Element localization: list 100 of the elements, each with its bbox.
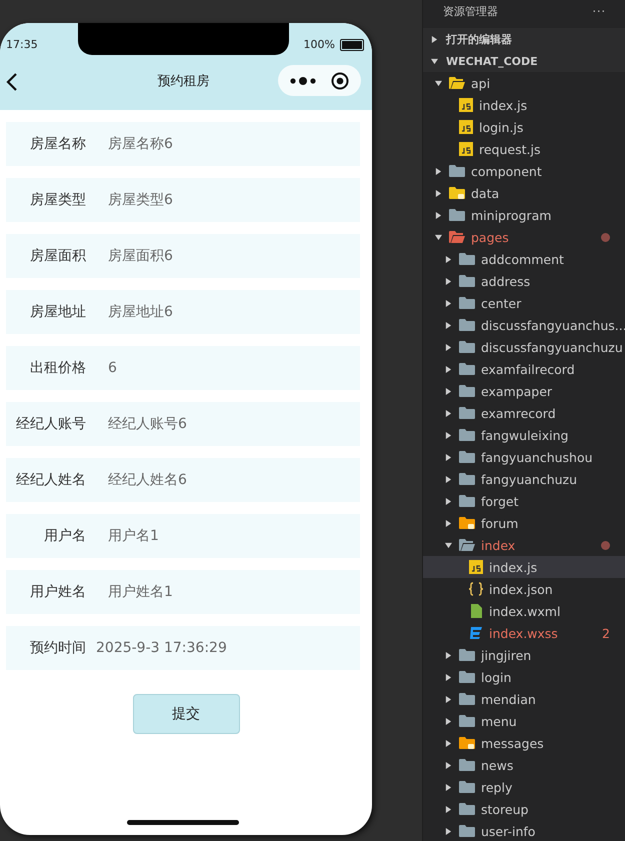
back-icon[interactable] bbox=[6, 72, 18, 92]
tree-item[interactable]: jingjiren bbox=[423, 644, 625, 666]
wxml-file-icon bbox=[469, 604, 483, 618]
status-time: 17:35 bbox=[6, 38, 38, 51]
battery-percent: 100% bbox=[304, 38, 335, 51]
folder-icon bbox=[459, 780, 475, 794]
tree-item[interactable]: storeup bbox=[423, 798, 625, 820]
folder-icon bbox=[449, 208, 465, 222]
tree-item[interactable]: index.wxml bbox=[423, 600, 625, 622]
field-value[interactable]: 6 bbox=[108, 360, 117, 376]
page-title: 预约租房 bbox=[158, 72, 210, 90]
tree-item[interactable]: api bbox=[423, 72, 625, 94]
field-label: 用户姓名 bbox=[29, 583, 86, 601]
tree-item[interactable]: index.js bbox=[423, 94, 625, 116]
field-label: 预约时间 bbox=[29, 639, 86, 657]
field-value[interactable]: 用户名1 bbox=[108, 527, 159, 545]
field-label: 房屋类型 bbox=[29, 191, 86, 209]
tree-item[interactable]: forum bbox=[423, 512, 625, 534]
tree-item[interactable]: forget bbox=[423, 490, 625, 512]
field-label: 房屋名称 bbox=[29, 135, 86, 153]
tree-item[interactable]: pages bbox=[423, 226, 625, 248]
field-value[interactable]: 经纪人账号6 bbox=[108, 415, 187, 433]
field-label: 房屋地址 bbox=[29, 303, 86, 321]
field-label: 用户名 bbox=[43, 527, 86, 545]
section-header[interactable]: WECHAT_CODE bbox=[423, 50, 625, 72]
tree-item[interactable]: index.json bbox=[423, 578, 625, 600]
tree-item[interactable]: messages bbox=[423, 732, 625, 754]
folder-icon bbox=[459, 736, 475, 750]
js-file-icon bbox=[459, 142, 473, 156]
more-icon[interactable] bbox=[290, 76, 316, 86]
wxss-file-icon bbox=[469, 626, 483, 640]
modified-dot bbox=[601, 232, 610, 242]
folder-icon bbox=[459, 516, 475, 530]
submit-button[interactable]: 提交 bbox=[132, 694, 240, 734]
folder-icon bbox=[449, 76, 465, 90]
tree-item[interactable]: mendian bbox=[423, 688, 625, 710]
field-value[interactable]: 房屋名称6 bbox=[108, 135, 173, 153]
panel-title: 资源管理器 bbox=[443, 4, 498, 18]
folder-icon bbox=[459, 538, 475, 552]
modified-dot bbox=[601, 540, 610, 550]
field-value[interactable]: 房屋类型6 bbox=[108, 191, 173, 209]
tree-item[interactable]: center bbox=[423, 292, 625, 314]
problem-count: 2 bbox=[602, 626, 610, 640]
tree-item[interactable]: examrecord bbox=[423, 402, 625, 424]
field-value[interactable]: 用户姓名1 bbox=[108, 583, 173, 601]
folder-icon bbox=[459, 296, 475, 310]
js-file-icon bbox=[469, 560, 483, 574]
close-icon[interactable] bbox=[331, 72, 350, 90]
folder-icon bbox=[459, 252, 475, 266]
field-label: 经纪人姓名 bbox=[15, 471, 86, 489]
tree-item[interactable]: data bbox=[423, 182, 625, 204]
tree-item[interactable]: discussfangyuanchus... bbox=[423, 314, 625, 336]
tree-item[interactable]: addcomment bbox=[423, 248, 625, 270]
folder-icon bbox=[459, 692, 475, 706]
folder-icon bbox=[449, 164, 465, 178]
folder-icon bbox=[459, 428, 475, 442]
more-button[interactable]: ··· bbox=[592, 4, 606, 18]
tree-item[interactable]: login.js bbox=[423, 116, 625, 138]
tree-item[interactable]: discussfangyuanchuzu bbox=[423, 336, 625, 358]
field-label: 经纪人账号 bbox=[15, 415, 86, 433]
field-label: 出租价格 bbox=[29, 359, 86, 377]
section-header[interactable]: 打开的编辑器 bbox=[423, 28, 625, 50]
tree-item[interactable]: news bbox=[423, 754, 625, 776]
tree-item[interactable]: reply bbox=[423, 776, 625, 798]
tree-item[interactable]: index.wxss 2 bbox=[423, 622, 625, 644]
tree-item[interactable]: user-info bbox=[423, 820, 625, 841]
tree-item[interactable]: fangyuanchushou bbox=[423, 446, 625, 468]
field-value[interactable]: 房屋地址6 bbox=[108, 303, 173, 321]
tree-item[interactable]: examfailrecord bbox=[423, 358, 625, 380]
tree-item[interactable]: fangyuanchuzu bbox=[423, 468, 625, 490]
tree-item[interactable]: index.js bbox=[423, 556, 625, 578]
folder-icon bbox=[459, 340, 475, 354]
folder-icon bbox=[459, 274, 475, 288]
folder-icon bbox=[459, 802, 475, 816]
js-file-icon bbox=[459, 120, 473, 134]
folder-icon bbox=[459, 362, 475, 376]
json-file-icon bbox=[469, 582, 483, 596]
folder-icon bbox=[459, 472, 475, 486]
tree-item[interactable]: miniprogram bbox=[423, 204, 625, 226]
tree-item[interactable]: menu bbox=[423, 710, 625, 732]
js-file-icon bbox=[459, 98, 473, 112]
tree-item[interactable]: exampaper bbox=[423, 380, 625, 402]
folder-icon bbox=[459, 670, 475, 684]
folder-icon bbox=[459, 450, 475, 464]
field-value[interactable]: 2025-9-3 17:36:29 bbox=[96, 640, 227, 656]
folder-icon bbox=[449, 230, 465, 244]
tree-item[interactable]: component bbox=[423, 160, 625, 182]
folder-icon bbox=[459, 406, 475, 420]
tree-item[interactable]: request.js bbox=[423, 138, 625, 160]
field-value[interactable]: 房屋面积6 bbox=[108, 247, 173, 265]
tree-item[interactable]: index bbox=[423, 534, 625, 556]
tree-item[interactable]: login bbox=[423, 666, 625, 688]
field-label: 房屋面积 bbox=[29, 247, 86, 265]
folder-icon bbox=[459, 758, 475, 772]
folder-icon bbox=[459, 648, 475, 662]
battery-icon bbox=[340, 38, 364, 50]
folder-icon bbox=[459, 384, 475, 398]
field-value[interactable]: 经纪人姓名6 bbox=[108, 471, 187, 489]
tree-item[interactable]: fangwuleixing bbox=[423, 424, 625, 446]
tree-item[interactable]: address bbox=[423, 270, 625, 292]
